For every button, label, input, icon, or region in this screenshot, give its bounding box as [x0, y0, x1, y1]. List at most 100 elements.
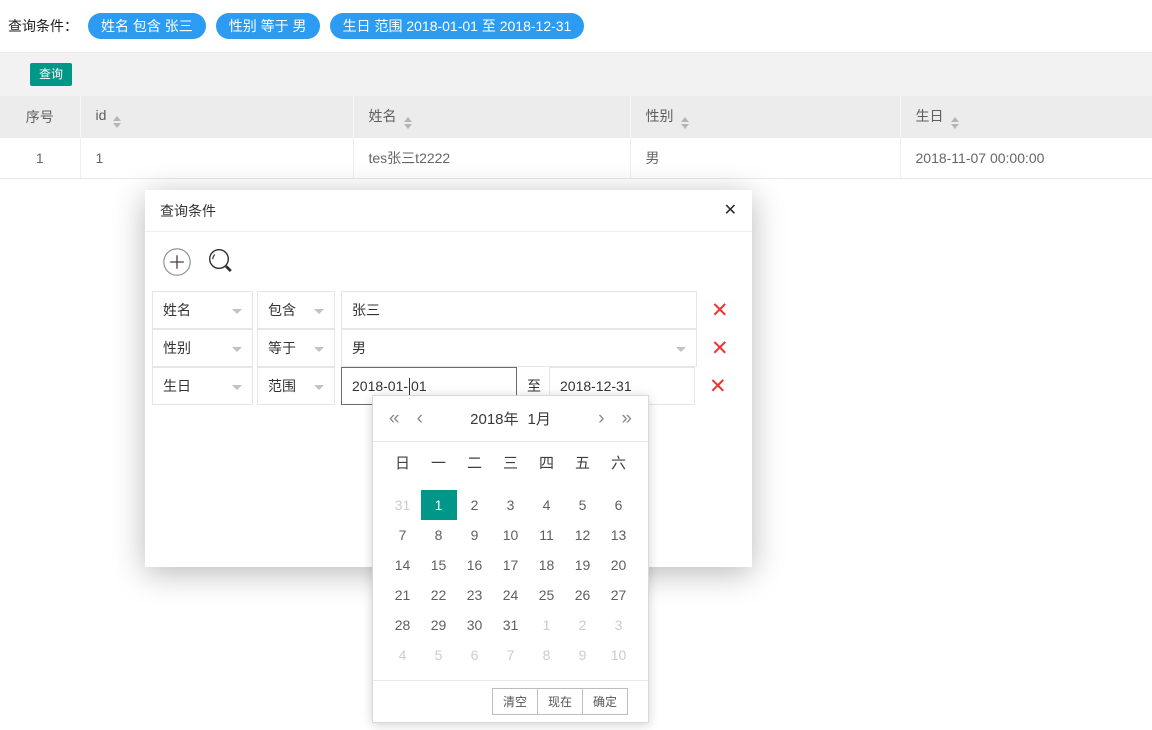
search-button[interactable]: 查询 — [30, 63, 72, 86]
weekday-label: 一 — [421, 447, 457, 480]
calendar-day[interactable]: 22 — [421, 580, 457, 610]
query-condition-bar: 查询条件： 姓名 包含 张三 性别 等于 男 生日 范围 2018-01-01 … — [0, 0, 1152, 53]
field-select[interactable]: 姓名 — [152, 291, 253, 329]
date-picker-header: « ‹ 2018年1月 › » — [373, 396, 648, 442]
calendar-day[interactable]: 1 — [529, 610, 565, 640]
field-select[interactable]: 性别 — [152, 329, 253, 367]
calendar-day[interactable]: 20 — [601, 550, 637, 580]
operator-select[interactable]: 范围 — [257, 367, 335, 405]
calendar-day[interactable]: 4 — [385, 640, 421, 670]
calendar-day[interactable]: 29 — [421, 610, 457, 640]
calendar-day[interactable]: 18 — [529, 550, 565, 580]
operator-select-value: 等于 — [268, 338, 296, 358]
calendar-day[interactable]: 5 — [565, 490, 601, 520]
calendar-day[interactable]: 2 — [565, 610, 601, 640]
calendar-day[interactable]: 23 — [457, 580, 493, 610]
calendar-day[interactable]: 6 — [601, 490, 637, 520]
calendar-day[interactable]: 11 — [529, 520, 565, 550]
calendar-day[interactable]: 12 — [565, 520, 601, 550]
filter-pill-gender[interactable]: 性别 等于 男 — [216, 13, 320, 39]
calendar-day[interactable]: 17 — [493, 550, 529, 580]
delete-filter-icon[interactable]: ✕ — [711, 338, 729, 359]
now-button[interactable]: 现在 — [537, 688, 583, 715]
col-gender[interactable]: 性别 — [630, 96, 900, 138]
month-select[interactable]: 1月 — [528, 411, 551, 428]
value-input[interactable]: 张三 — [341, 291, 697, 329]
calendar-day[interactable]: 10 — [601, 640, 637, 670]
calendar-day[interactable]: 27 — [601, 580, 637, 610]
col-name-label: 姓名 — [369, 108, 397, 124]
next-year-icon[interactable]: » — [621, 409, 632, 428]
operator-select[interactable]: 等于 — [257, 329, 335, 367]
calendar-day[interactable]: 10 — [493, 520, 529, 550]
date-from-text: 2018-01- — [352, 378, 408, 394]
data-table: 序号 id 姓名 性别 生日 1 1 tes张三t2222 男 2018-11-… — [0, 96, 1152, 179]
calendar-day[interactable]: 31 — [385, 490, 421, 520]
calendar-day[interactable]: 31 — [493, 610, 529, 640]
year-select[interactable]: 2018年 — [470, 411, 518, 428]
chevron-down-icon — [314, 385, 324, 390]
cell-birthday: 2018-11-07 00:00:00 — [900, 138, 1152, 178]
date-from-text: 01 — [411, 378, 427, 394]
search-icon — [205, 266, 237, 281]
field-select-value: 性别 — [163, 338, 191, 358]
run-search-button[interactable] — [205, 246, 237, 281]
delete-filter-icon[interactable]: ✕ — [711, 300, 729, 321]
calendar-day[interactable]: 9 — [457, 520, 493, 550]
prev-year-icon[interactable]: « — [389, 409, 400, 428]
calendar-day[interactable]: 7 — [385, 520, 421, 550]
next-month-icon[interactable]: › — [598, 409, 604, 428]
value-select[interactable]: 男 — [341, 329, 697, 367]
calendar-day[interactable]: 24 — [493, 580, 529, 610]
add-condition-button[interactable] — [162, 247, 192, 280]
calendar-day[interactable]: 16 — [457, 550, 493, 580]
calendar-day[interactable]: 2 — [457, 490, 493, 520]
calendar-day[interactable]: 3 — [601, 610, 637, 640]
calendar-day[interactable]: 8 — [529, 640, 565, 670]
calendar-day[interactable]: 21 — [385, 580, 421, 610]
sort-icon[interactable] — [404, 117, 412, 129]
calendar-day[interactable]: 30 — [457, 610, 493, 640]
operator-select[interactable]: 包含 — [257, 291, 335, 329]
calendar-day[interactable]: 19 — [565, 550, 601, 580]
calendar-day[interactable]: 28 — [385, 610, 421, 640]
weekday-label: 三 — [493, 447, 529, 480]
calendar-day[interactable]: 14 — [385, 550, 421, 580]
col-gender-label: 性别 — [646, 108, 674, 124]
field-select[interactable]: 生日 — [152, 367, 253, 405]
calendar-day[interactable]: 6 — [457, 640, 493, 670]
chevron-down-icon — [314, 309, 324, 314]
confirm-button[interactable]: 确定 — [582, 688, 628, 715]
clear-button[interactable]: 清空 — [492, 688, 538, 715]
sort-icon[interactable] — [951, 117, 959, 129]
calendar-day[interactable]: 25 — [529, 580, 565, 610]
delete-filter-icon[interactable]: ✕ — [709, 376, 727, 397]
col-birthday[interactable]: 生日 — [900, 96, 1152, 138]
col-id[interactable]: id — [80, 96, 353, 138]
sort-icon[interactable] — [681, 117, 689, 129]
calendar-day[interactable]: 8 — [421, 520, 457, 550]
calendar-day[interactable]: 15 — [421, 550, 457, 580]
calendar-day[interactable]: 5 — [421, 640, 457, 670]
operator-select-value: 范围 — [268, 376, 296, 396]
calendar-day[interactable]: 13 — [601, 520, 637, 550]
calendar-day[interactable]: 26 — [565, 580, 601, 610]
modal-body: 姓名 包含 张三 ✕ 性别 等于 — [145, 232, 752, 405]
calendar-weekdays: 日一二三四五六 — [385, 442, 637, 490]
text-cursor — [409, 378, 410, 395]
chevron-down-icon — [232, 385, 242, 390]
filter-pill-name[interactable]: 姓名 包含 张三 — [88, 13, 206, 39]
calendar-day[interactable]: 3 — [493, 490, 529, 520]
plus-circle-icon — [162, 265, 192, 280]
calendar-day[interactable]: 9 — [565, 640, 601, 670]
calendar-day[interactable]: 4 — [529, 490, 565, 520]
calendar-day-selected[interactable]: 1 — [421, 490, 457, 520]
close-icon[interactable]: ✕ — [724, 203, 737, 219]
cell-id: 1 — [80, 138, 353, 178]
calendar-day[interactable]: 7 — [493, 640, 529, 670]
col-name[interactable]: 姓名 — [353, 96, 630, 138]
table-row[interactable]: 1 1 tes张三t2222 男 2018-11-07 00:00:00 — [0, 138, 1152, 178]
sort-icon[interactable] — [113, 116, 121, 128]
filter-pill-birthday[interactable]: 生日 范围 2018-01-01 至 2018-12-31 — [330, 13, 585, 39]
cell-gender: 男 — [630, 138, 900, 178]
